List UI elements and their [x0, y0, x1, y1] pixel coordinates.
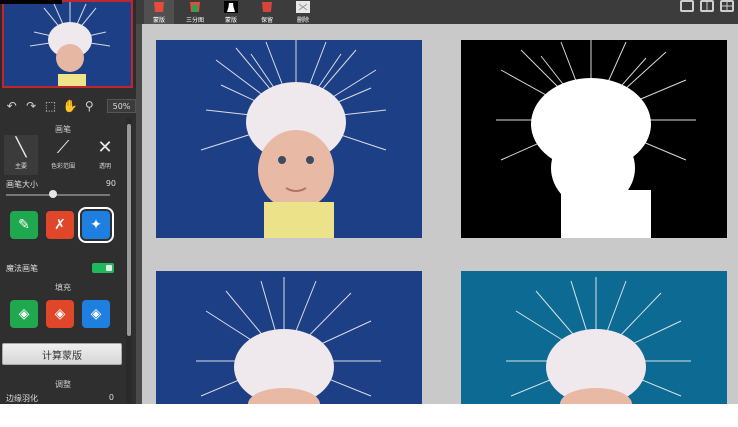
canvas-left-border [136, 24, 142, 404]
remove-brush-button[interactable]: ✗ [46, 211, 74, 239]
fill-keep-icon: ◈ [18, 306, 30, 322]
panel-scrollbar-thumb[interactable] [127, 124, 131, 336]
mask-layer-icon [150, 0, 168, 13]
thumbnail-frame [2, 0, 133, 88]
tab-keep[interactable]: 保留 [252, 0, 282, 24]
brush-type-transparent[interactable]: ✕ 透明 [88, 135, 122, 175]
tab-label: 蒙版 [152, 17, 165, 24]
thumbnail-image [4, 2, 131, 86]
result-blue-pane[interactable] [156, 271, 422, 404]
keep-brush-button[interactable]: ✎ [10, 211, 38, 239]
adjust-section-title: 调整 [55, 380, 71, 389]
left-panel: ↶ ↷ ⬚ ✋ ⚲ 50% 画笔 ╲ 主要 ⟋ 色彩范围 ✕ 透明 画笔大小 9… [0, 0, 136, 404]
tab-trimap[interactable]: 三分图 [180, 0, 210, 24]
mask-image [461, 40, 727, 238]
quad-view-icon[interactable] [720, 0, 734, 12]
zoom-level-select[interactable]: 50% [107, 99, 136, 113]
brush-type-main[interactable]: ╲ 主要 [4, 135, 38, 175]
bottom-strip [0, 404, 738, 427]
magic-brush-button[interactable]: ✦ [78, 207, 114, 243]
layout-switcher [680, 0, 734, 16]
original-image-pane[interactable] [156, 40, 422, 238]
trimap-icon [186, 0, 204, 13]
fill-remove-button[interactable]: ◈ [46, 300, 74, 328]
marquee-select-icon[interactable]: ⬚ [43, 98, 58, 114]
brush-type-label: 色彩范围 [50, 163, 75, 170]
redo-icon[interactable]: ↷ [23, 98, 38, 114]
fill-section-title: 填充 [55, 283, 71, 292]
brush-size-row: 画笔大小 90 [6, 179, 116, 193]
single-view-icon[interactable] [680, 0, 694, 12]
magic-brush-row: 魔法画笔 [6, 262, 114, 274]
fill-keep-button[interactable]: ◈ [10, 300, 38, 328]
brush-type-label: 主要 [14, 163, 27, 170]
brush-size-slider-thumb[interactable] [48, 190, 57, 198]
mask-silhouette-icon [222, 0, 240, 13]
undo-icon[interactable]: ↶ [4, 98, 19, 114]
magic-brush-label: 魔法画笔 [6, 263, 38, 273]
edge-feather-label: 边缘羽化 [6, 394, 38, 403]
brush-type-color-range[interactable]: ⟋ 色彩范围 [46, 135, 80, 175]
brush-size-slider-track[interactable] [6, 194, 110, 196]
tab-label: 蒙版 [224, 17, 237, 24]
view-tab-bar: 蒙版 三分图 蒙版 保留 删除 [136, 0, 738, 24]
view-tabs: 蒙版 三分图 蒙版 保留 删除 [144, 0, 318, 24]
magic-brush-toggle[interactable] [92, 263, 114, 273]
brush-type-group: ╲ 主要 ⟋ 色彩范围 ✕ 透明 [0, 135, 126, 175]
remove-brush-icon: ✗ [54, 217, 66, 233]
brush-size-label: 画笔大小 [6, 180, 38, 189]
view-toolbar: ↶ ↷ ⬚ ✋ ⚲ 50% [0, 95, 136, 117]
tab-label: 删除 [296, 17, 309, 24]
brush-transparent-icon: ✕ [97, 136, 113, 158]
brush-color-range-icon: ⟋ [56, 136, 70, 158]
brush-main-icon: ╲ [15, 136, 27, 158]
tab-label: 三分图 [185, 17, 204, 24]
edge-feather-row: 边缘羽化 0 [6, 393, 114, 403]
delete-icon [294, 0, 312, 13]
tab-mask[interactable]: 蒙版 [144, 0, 174, 24]
compute-mask-button[interactable]: 计算蒙版 [2, 343, 122, 365]
fill-button-group: ◈ ◈ ◈ [10, 300, 120, 330]
result-teal-pane[interactable] [461, 271, 727, 404]
tab-mask-silhouette[interactable]: 蒙版 [216, 0, 246, 24]
fill-magic-icon: ◈ [90, 306, 102, 322]
brush-size-value: 90 [105, 179, 116, 188]
brush-section-title: 画笔 [55, 125, 71, 134]
tab-delete[interactable]: 删除 [288, 0, 318, 24]
result-blue-image [156, 271, 422, 404]
preview-thumbnail[interactable] [0, 0, 136, 88]
mask-pane[interactable] [461, 40, 727, 238]
split-view-icon[interactable] [700, 0, 714, 12]
hand-pan-icon[interactable]: ✋ [62, 98, 77, 114]
result-teal-image [461, 271, 727, 404]
fill-magic-button[interactable]: ◈ [82, 300, 110, 328]
brush-mode-group: ✎ ✗ ✦ [10, 207, 120, 243]
magic-brush-icon: ✦ [90, 217, 102, 233]
fill-remove-icon: ◈ [54, 306, 66, 322]
brush-type-label: 透明 [98, 163, 111, 170]
keep-brush-icon: ✎ [18, 217, 30, 233]
original-image [156, 40, 422, 238]
keep-icon [258, 0, 276, 13]
zoom-icon[interactable]: ⚲ [82, 98, 97, 114]
edge-feather-value: 0 [108, 393, 114, 402]
tab-label: 保留 [260, 17, 273, 24]
thumbnail-edge [0, 0, 62, 4]
